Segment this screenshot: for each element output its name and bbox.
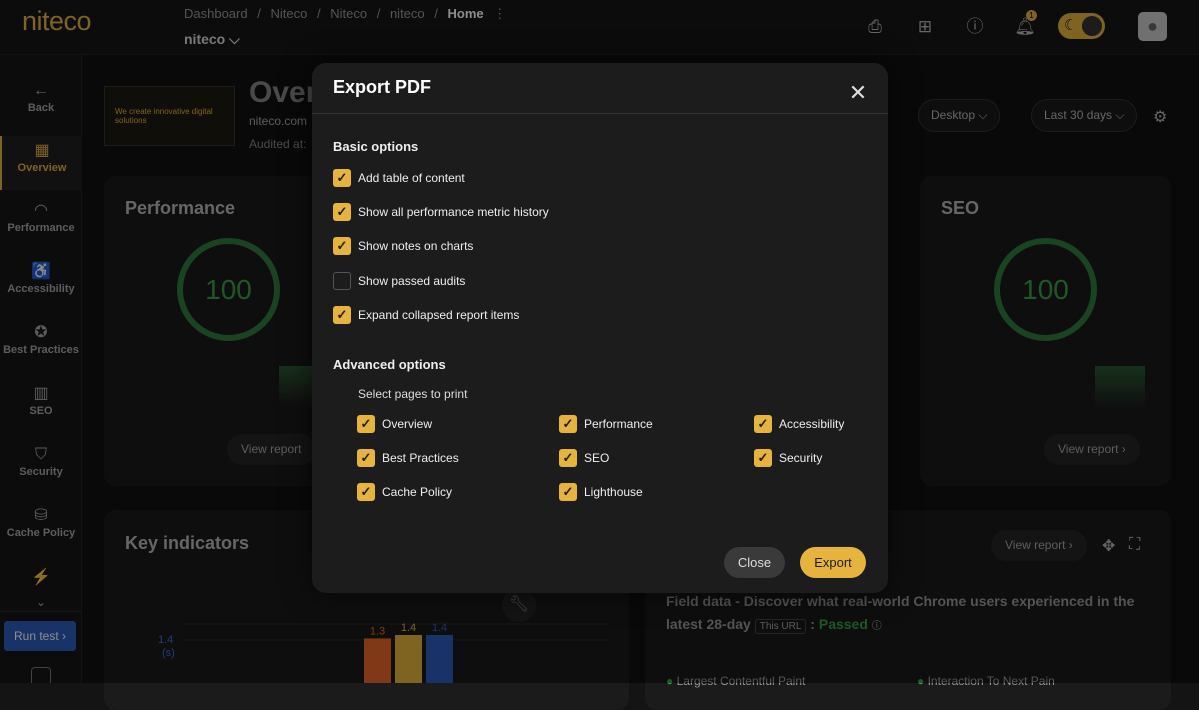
- checkbox-checked-icon[interactable]: ✓: [333, 306, 351, 324]
- page-seo[interactable]: ✓ SEO: [559, 449, 609, 469]
- close-icon[interactable]: ✕: [844, 79, 872, 107]
- option-label: Overview: [382, 417, 433, 431]
- checkbox-unchecked-icon[interactable]: ✓: [333, 272, 351, 290]
- dialog-title: Export PDF: [333, 77, 432, 97]
- option-label: Show passed audits: [358, 274, 466, 288]
- select-pages-label: Select pages to print: [358, 387, 468, 401]
- option-label: SEO: [584, 451, 610, 465]
- option-label: Show notes on charts: [358, 239, 474, 253]
- page-lighthouse[interactable]: ✓ Lighthouse: [559, 483, 643, 503]
- checkbox-checked-icon[interactable]: ✓: [357, 449, 375, 467]
- page-security[interactable]: ✓ Security: [754, 449, 822, 469]
- option-label: Lighthouse: [584, 485, 643, 499]
- option-label: Expand collapsed report items: [358, 308, 520, 322]
- checkbox-checked-icon[interactable]: ✓: [754, 449, 772, 467]
- close-button[interactable]: Close: [724, 547, 785, 578]
- checkbox-checked-icon[interactable]: ✓: [559, 483, 577, 501]
- option-show-passed-audits[interactable]: ✓ Show passed audits: [333, 272, 465, 292]
- page-best-practices[interactable]: ✓ Best Practices: [357, 449, 459, 469]
- export-button[interactable]: Export: [800, 547, 866, 578]
- checkbox-checked-icon[interactable]: ✓: [357, 415, 375, 433]
- option-expand-collapsed[interactable]: ✓ Expand collapsed report items: [333, 306, 519, 326]
- checkbox-checked-icon[interactable]: ✓: [333, 169, 351, 187]
- page-performance[interactable]: ✓ Performance: [559, 415, 653, 435]
- page-accessibility[interactable]: ✓ Accessibility: [754, 415, 844, 435]
- export-pdf-dialog: Export PDF ✕ Basic options ✓ Add table of…: [312, 63, 888, 593]
- option-label: Show all performance metric history: [358, 205, 549, 219]
- option-label: Cache Policy: [382, 485, 453, 499]
- option-label: Security: [779, 451, 823, 465]
- divider: [312, 113, 888, 114]
- checkbox-checked-icon[interactable]: ✓: [357, 483, 375, 501]
- advanced-options-heading: Advanced options: [333, 357, 446, 372]
- page-overview[interactable]: ✓ Overview: [357, 415, 432, 435]
- option-show-metric-history[interactable]: ✓ Show all performance metric history: [333, 203, 549, 223]
- option-label: Performance: [584, 417, 653, 431]
- option-label: Accessibility: [779, 417, 845, 431]
- option-show-notes[interactable]: ✓ Show notes on charts: [333, 237, 473, 257]
- option-label: Best Practices: [382, 451, 459, 465]
- option-label: Add table of content: [358, 171, 465, 185]
- page-cache-policy[interactable]: ✓ Cache Policy: [357, 483, 452, 503]
- basic-options-heading: Basic options: [333, 139, 419, 154]
- checkbox-checked-icon[interactable]: ✓: [754, 415, 772, 433]
- checkbox-checked-icon[interactable]: ✓: [559, 415, 577, 433]
- option-add-toc[interactable]: ✓ Add table of content: [333, 169, 465, 189]
- checkbox-checked-icon[interactable]: ✓: [333, 237, 351, 255]
- checkbox-checked-icon[interactable]: ✓: [333, 203, 351, 221]
- checkbox-checked-icon[interactable]: ✓: [559, 449, 577, 467]
